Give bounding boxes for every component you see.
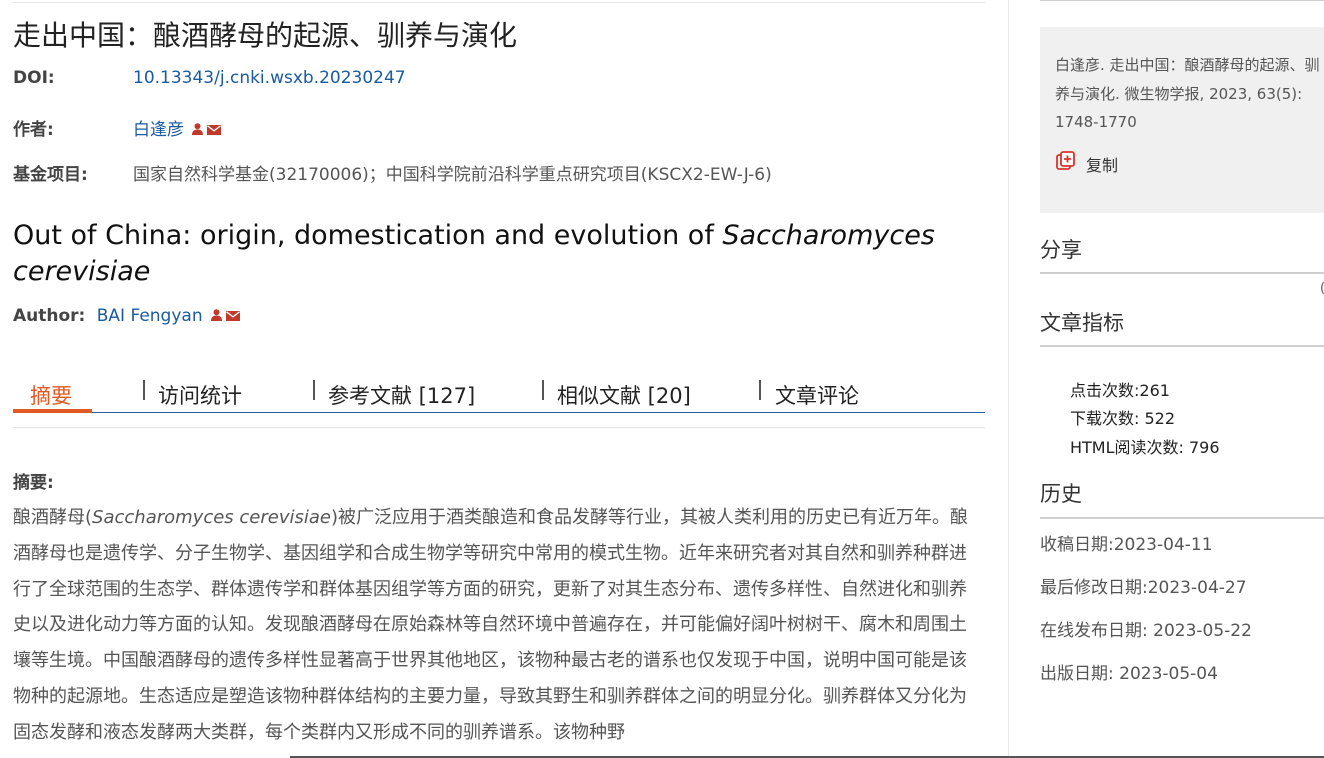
stat-html-reads: HTML阅读次数: 796 [1070,438,1220,457]
sidebar: 白逢彦. 走出中国：酿酒酵母的起源、驯养与演化. 微生物学报, 2023, 63… [1040,0,1324,758]
fund-value: 国家自然科学基金(32170006)；中国科学院前沿科学重点研究项目(KSCX2… [133,165,772,185]
tab-bar: 摘要 访问统计 参考文献 [127] 相似文献 [20] 文章评论 [13,374,985,413]
author-link[interactable]: 白逢彦 [133,120,184,140]
stat-clicks: 点击次数:261 [1070,381,1170,400]
stat-downloads: 下载次数: 522 [1070,409,1176,428]
person-icon[interactable] [192,120,203,140]
history-received: 收稿日期:2023-04-11 [1040,535,1213,555]
history-revised: 最后修改日期:2023-04-27 [1040,578,1247,598]
tab-references[interactable]: 参考文献 [127] [328,380,475,410]
author-label: 作者: [13,120,54,140]
divider [1040,0,1324,1]
history-online: 在线发布日期: 2023-05-22 [1040,621,1252,641]
tab-similar[interactable]: 相似文献 [20] [557,380,691,410]
edge-text: ( [1320,281,1324,296]
history-published: 出版日期: 2023-05-04 [1040,664,1218,684]
abstract-heading: 摘要: [13,473,54,493]
active-tab-indicator [13,409,92,413]
author-en-label: Author: [13,306,86,326]
email-icon[interactable] [225,306,240,326]
abstract-text: 酿酒酵母(Saccharomyces cerevisiae)被广泛应用于酒类酿造… [13,500,977,751]
article-title-en: Out of China: origin, domestication and … [13,218,973,290]
tab-comments[interactable]: 文章评论 [775,380,859,410]
divider [1040,517,1324,519]
copy-icon [1056,151,1076,175]
abstract-part2: )被广泛应用于酒类酿造和食品发酵等行业，其被人类利用的历史已有近万年。酿酒酵母也… [13,507,969,743]
tab-separator [143,380,145,400]
copy-label: 复制 [1086,156,1119,175]
author-value: 白逢彦 [133,115,221,140]
abstract-part1: 酿酒酵母( [13,507,93,528]
article-main: 走出中国：酿酒酵母的起源、驯养与演化 DOI: 10.13343/j.cnki.… [13,0,985,758]
citation-text: 白逢彦. 走出中国：酿酒酵母的起源、驯养与演化. 微生物学报, 2023, 63… [1055,56,1320,131]
divider [13,2,985,3]
doi-label: DOI: [13,68,55,88]
metrics-heading: 文章指标 [1040,311,1124,335]
doi-link[interactable]: 10.13343/j.cnki.wsxb.20230247 [133,68,406,88]
author-en-row: Author: BAI Fengyan [13,306,240,326]
article-title-cn: 走出中国：酿酒酵母的起源、驯养与演化 [13,19,518,52]
tab-separator [759,380,761,400]
abstract-species: Saccharomyces cerevisiae [92,507,331,528]
email-icon[interactable] [207,120,221,140]
history-heading: 历史 [1040,482,1082,506]
divider [13,427,985,428]
share-heading: 分享 [1040,238,1082,262]
divider [1040,272,1324,274]
author-en-link[interactable]: BAI Fengyan [97,306,203,326]
tab-visit-stats[interactable]: 访问统计 [158,380,242,410]
citation-box: 白逢彦. 走出中国：酿酒酵母的起源、驯养与演化. 微生物学报, 2023, 63… [1040,27,1324,213]
person-icon[interactable] [210,306,222,326]
tab-separator [313,380,315,400]
title-en-text: Out of China: origin, domestication and … [13,220,723,251]
tab-separator [542,380,544,400]
fund-label: 基金项目: [13,165,88,185]
column-divider [1008,0,1009,758]
tab-abstract[interactable]: 摘要 [30,380,72,410]
divider [1040,345,1324,347]
